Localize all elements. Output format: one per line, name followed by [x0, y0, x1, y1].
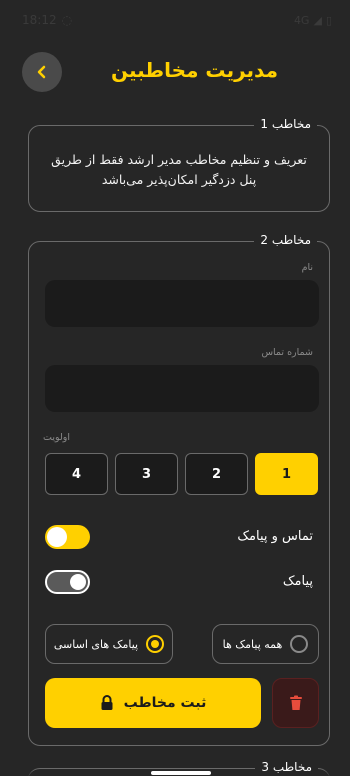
contact1-description: تعریف و تنظیم مخاطب مدیر ارشد فقط از طری… [51, 152, 307, 187]
contact2-card: مخاطب 2 نام شماره تماس اولویت 4 3 2 1 تم… [28, 233, 330, 746]
network-label: 4G [293, 13, 310, 27]
signal-icon: ◢ [313, 13, 322, 27]
priority-option-3[interactable]: 3 [115, 453, 178, 495]
header: مدیریت مخاطبین [0, 46, 350, 98]
sms-toggle[interactable] [45, 570, 90, 594]
trash-icon [289, 695, 302, 710]
page-title: مدیریت مخاطبین [110, 58, 278, 82]
toggle-knob [47, 527, 67, 547]
home-indicator[interactable] [151, 771, 211, 775]
phone-input[interactable] [45, 365, 319, 412]
contact1-card: مخاطب 1 تعریف و تنظیم مخاطب مدیر ارشد فق… [28, 117, 330, 212]
toggle-knob [70, 574, 86, 590]
battery-icon: ▯ [325, 13, 332, 27]
contact1-legend: مخاطب 1 [254, 117, 317, 131]
status-bar: 18:12 ◌ 4G ◢ ▯ [0, 0, 350, 40]
radio-all-label: همه پیامک ها [222, 637, 283, 651]
priority-option-4[interactable]: 4 [45, 453, 108, 495]
circle-icon: ◌ [61, 13, 73, 27]
radio-basic-label: پیامک های اساسی [53, 637, 139, 651]
phone-label: شماره تماس [261, 347, 313, 358]
radio-unchecked-icon [290, 635, 309, 653]
delete-contact-button[interactable] [272, 678, 319, 728]
submit-contact-button[interactable]: ثبت مخاطب [45, 678, 261, 728]
contact2-legend: مخاطب 2 [254, 233, 317, 247]
call-sms-toggle[interactable] [45, 525, 90, 549]
submit-label: ثبت مخاطب [123, 695, 207, 711]
call-sms-label: تماس و پیامک [237, 529, 313, 544]
priority-option-1[interactable]: 1 [255, 453, 318, 495]
name-label: نام [301, 262, 313, 273]
radio-basic-sms[interactable]: پیامک های اساسی [45, 624, 173, 664]
name-input[interactable] [45, 280, 319, 327]
status-time: 18:12 [22, 13, 57, 27]
sms-label: پیامک [282, 574, 313, 589]
priority-option-2[interactable]: 2 [185, 453, 248, 495]
lock-icon [101, 695, 113, 710]
radio-all-sms[interactable]: همه پیامک ها [212, 624, 319, 664]
radio-checked-icon [146, 635, 165, 653]
status-right: 4G ◢ ▯ [294, 14, 332, 27]
status-left: 18:12 ◌ [22, 13, 72, 27]
back-button[interactable] [22, 52, 62, 92]
contact3-legend: مخاطب 3 [255, 760, 318, 774]
priority-label: اولویت [43, 432, 71, 443]
chevron-left-icon [37, 65, 46, 79]
